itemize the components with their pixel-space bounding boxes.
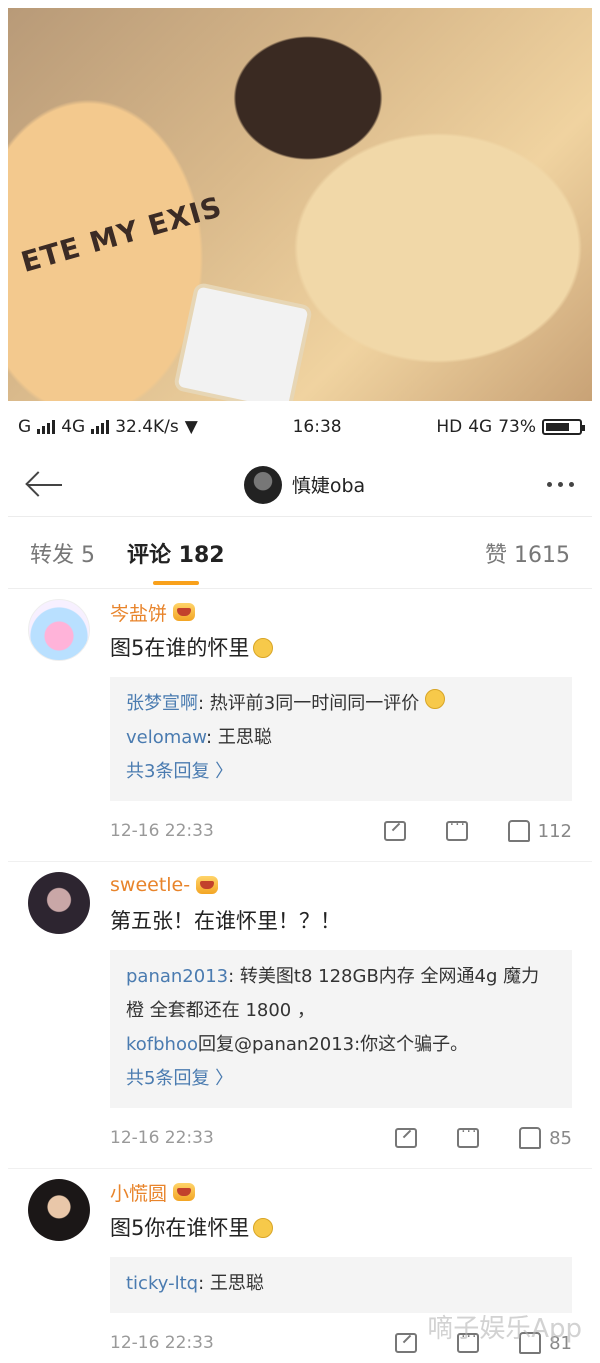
avatar[interactable] [28,872,90,934]
reply-item: velomaw: 王思聪 [126,721,556,755]
shirt-print: ETE MY EXIS [17,190,226,279]
battery-icon [542,419,585,435]
repost-icon[interactable] [395,1333,418,1353]
avatar[interactable] [243,465,282,504]
repost-icon[interactable] [395,1128,418,1148]
clock: 16:38 [292,417,342,437]
vip-badge-icon [173,603,196,621]
app-screenshot: G 4G 32.4K/s ▼ 16:38 HD 4G 73% 慎婕oba 转发 … [8,401,592,1363]
comment-text: 图5在谁的怀里 [110,636,250,660]
like-button[interactable]: 85 [519,1127,572,1149]
emoji-icon [253,1218,274,1238]
nav-user[interactable]: 慎婕oba [243,465,366,504]
phone-in-photo [172,281,314,401]
tab-bar: 转发 5 评论 182 赞 1615 [8,517,592,589]
back-arrow-icon[interactable] [24,470,66,500]
more-replies-link[interactable]: 共5条回复 〉 [126,1062,556,1096]
thumbs-up-icon [519,1127,542,1149]
reply-username[interactable]: velomaw [126,727,206,748]
reply-username[interactable]: kofbhoo [126,1034,198,1055]
hd-label: HD [436,417,463,437]
tab-likes[interactable]: 赞 1615 [485,537,570,569]
reply-box[interactable]: ticky-ltq: 王思聪 [110,1257,572,1313]
top-photo: ETE MY EXIS [8,8,592,401]
reply-item: 张梦宣啊: 热评前3同一时间同一评价 [126,687,556,721]
comment-username[interactable]: sweetle- [110,874,190,896]
repost-icon[interactable] [383,821,406,841]
comment-text: 图5你在谁怀里 [110,1216,250,1240]
like-count: 112 [537,820,572,842]
battery-percent: 73% [498,417,536,437]
reply-text: : 王思聪 [198,1273,264,1294]
reply-item: ticky-ltq: 王思聪 [126,1267,556,1301]
comment-icon[interactable] [457,1124,480,1148]
more-icon[interactable] [543,482,578,487]
reply-box[interactable]: panan2013: 转美图t8 128GB内存 全网通4g 魔力橙 全套都还在… [110,950,572,1108]
like-count: 85 [549,1127,572,1149]
reply-username[interactable]: 张梦宣啊 [126,693,198,714]
comment-icon[interactable] [445,817,468,841]
nav-username: 慎婕oba [291,475,366,497]
tab-reposts[interactable]: 转发 5 [30,537,95,569]
more-replies-link[interactable]: 共3条回复 〉 [126,755,556,789]
avatar[interactable] [28,1179,90,1241]
comment-username[interactable]: 小慌圆 [110,1179,167,1206]
vip-badge-icon [196,876,219,894]
comment-text: 第五张！在谁怀里！？！ [110,909,341,933]
nav-bar: 慎婕oba [8,453,592,517]
reply-item: kofbhoo回复@panan2013:你这个骗子。 [126,1028,556,1062]
emoji-icon [424,689,445,709]
comment-time: 12-16 22:33 [110,1128,214,1148]
network-label-3: 4G [468,417,493,437]
emoji-icon [253,638,274,658]
reply-item: panan2013: 转美图t8 128GB内存 全网通4g 魔力橙 全套都还在… [126,960,556,1028]
avatar[interactable] [28,599,90,661]
reply-text: 回复@panan2013:你这个骗子。 [198,1034,469,1055]
comment-item: sweetle- 第五张！在谁怀里！？！ panan2013: 转美图t8 12… [8,862,592,1169]
network-label-2: 4G [61,417,86,437]
network-speed: 32.4K/s [115,417,179,437]
status-bar: G 4G 32.4K/s ▼ 16:38 HD 4G 73% [8,401,592,453]
comment-time: 12-16 22:33 [110,821,214,841]
vpn-shield-icon: ▼ [184,417,198,437]
signal-icon-2 [91,420,110,434]
comment-username[interactable]: 岑盐饼 [110,599,167,626]
tab-comments[interactable]: 评论 182 [127,537,225,569]
reply-username[interactable]: panan2013 [126,966,228,987]
vip-badge-icon [173,1183,196,1201]
reply-box[interactable]: 张梦宣啊: 热评前3同一时间同一评价 velomaw: 王思聪 共3条回复 〉 [110,677,572,801]
comment-item: 岑盐饼 图5在谁的怀里 张梦宣啊: 热评前3同一时间同一评价 velomaw: … [8,589,592,862]
comment-time: 12-16 22:33 [110,1333,214,1353]
reply-username[interactable]: ticky-ltq [126,1273,198,1294]
signal-icon [37,420,56,434]
thumbs-up-icon [507,820,530,842]
reply-text: : 王思聪 [206,727,272,748]
watermark: 嘀子娱乐App [427,1314,582,1344]
network-label: G [18,417,32,437]
reply-text: : 热评前3同一时间同一评价 [198,693,420,714]
battery-fill [546,423,570,431]
like-button[interactable]: 112 [507,820,572,842]
